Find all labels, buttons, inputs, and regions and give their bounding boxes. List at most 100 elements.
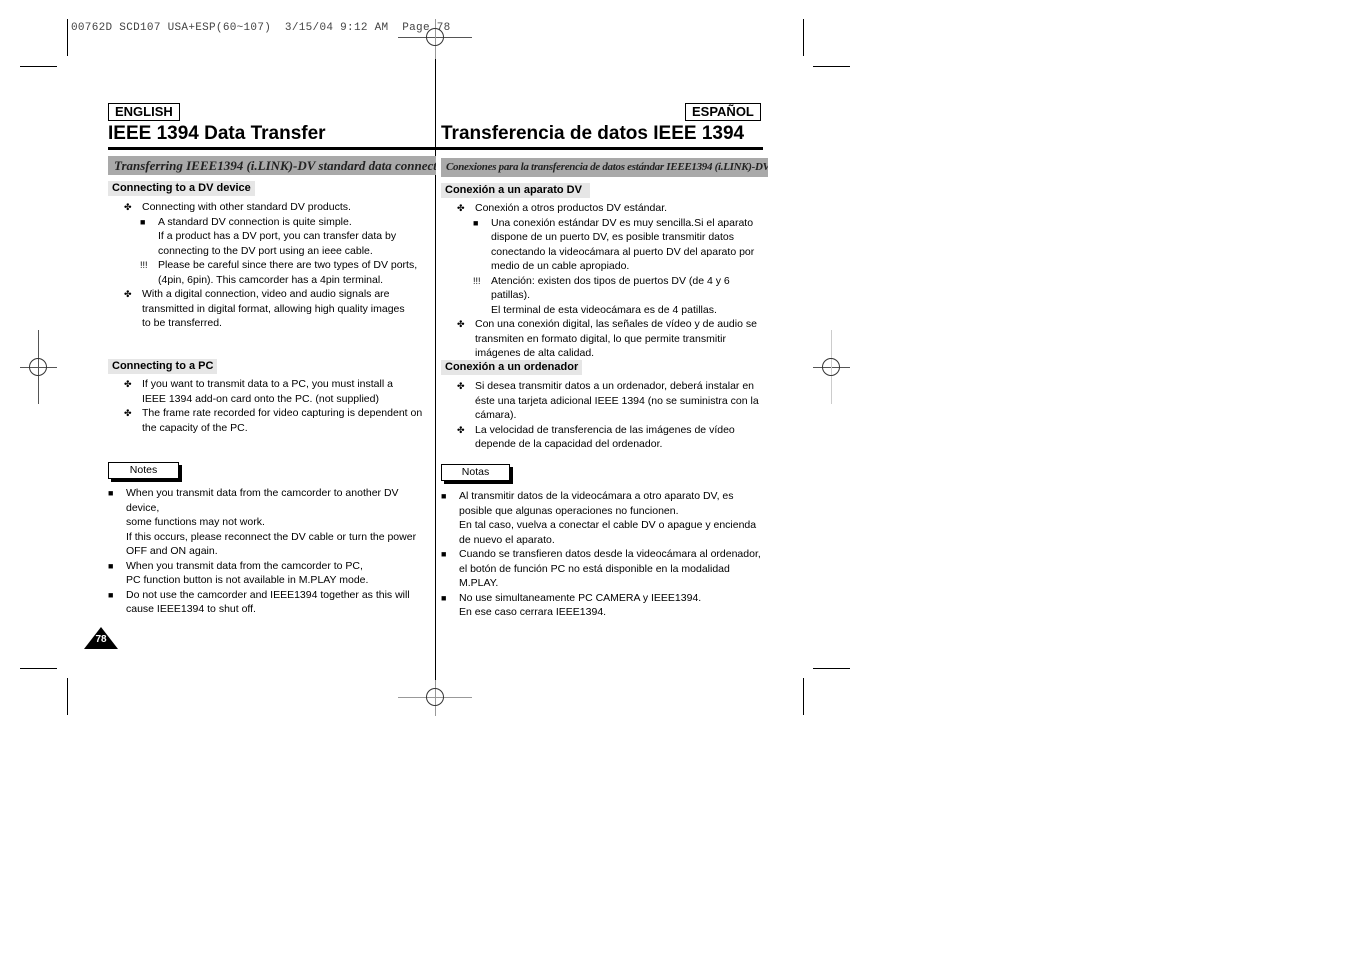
subheading-pc: Connecting to a PC: [108, 359, 218, 374]
text-line: Conexión a otros productos DV estándar.: [475, 202, 668, 214]
title-rule: [108, 147, 435, 150]
list-item: ✤ With a digital connection, video and au…: [124, 287, 434, 331]
text-line: Con una conexión digital, las señales de…: [475, 318, 757, 330]
list-item: ✤ Connecting with other standard DV produ…: [124, 200, 434, 215]
list-aparato-dv: ✤ Conexión a otros productos DV estándar.…: [457, 201, 767, 361]
text-line: medio de un cable apropiado.: [491, 260, 630, 272]
page-title-spanish: Transferencia de datos IEEE 1394: [441, 123, 745, 144]
cross-bullet-icon: ✤: [124, 379, 132, 389]
square-bullet-icon: ■: [108, 560, 114, 571]
list-item: ✤ Conexión a otros productos DV estándar.: [457, 201, 767, 216]
square-bullet-icon: ■: [473, 217, 479, 228]
list-item: ■ A standard DV connection is quite simpl…: [124, 215, 434, 259]
text-line: transmitted in digital format, allowing …: [142, 302, 405, 315]
center-divider: [435, 19, 436, 689]
text-line: dispone de un puerto DV, es posible tran…: [491, 231, 735, 243]
crop-mark: [813, 66, 850, 67]
square-bullet-icon: ■: [108, 589, 114, 600]
text-line: the capacity of the PC.: [142, 421, 248, 434]
cross-bullet-icon: ✤: [457, 381, 465, 391]
square-bullet-icon: ■: [140, 216, 146, 227]
text-line: to be transferred.: [142, 317, 222, 329]
list-ordenador: ✤ Si desea transmitir datos a un ordenado…: [457, 379, 767, 452]
text-line: imágenes de alta calidad.: [475, 347, 595, 359]
caution-bullet-icon: !!!: [140, 260, 148, 270]
list-item: ✤ Con una conexión digital, las señales d…: [457, 317, 767, 361]
text-line: En ese caso cerrara IEEE1394.: [459, 606, 607, 618]
text-line: de nuevo el aparato.: [459, 533, 555, 546]
text-line: Please be careful since there are two ty…: [158, 259, 418, 271]
section-band-spanish: Conexiones para la transferencia de dato…: [441, 158, 768, 177]
crop-mark: [20, 66, 57, 67]
subheading-aparato-dv: Conexión a un aparato DV: [441, 183, 590, 198]
text-line: El terminal de esta videocámara es de 4 …: [491, 303, 717, 316]
text-line: transmiten en formato digital, lo que pe…: [475, 332, 726, 345]
text-line: depende de la capacidad del ordenador.: [475, 438, 663, 450]
list-item: ■ When you transmit data from the camcord…: [108, 559, 433, 588]
crop-mark: [803, 678, 804, 715]
language-label-english: ENGLISH: [108, 103, 180, 121]
section-band-english: Transferring IEEE1394 (i.LINK)-DV standa…: [108, 156, 436, 175]
list-item: ✤ If you want to transmit data to a PC, y…: [124, 377, 434, 406]
text-line: Do not use the camcorder and IEEE1394 to…: [126, 588, 410, 601]
list-item: ■ Al transmitir datos de la videocámara a…: [441, 489, 766, 547]
text-line: If a product has a DV port, you can tran…: [158, 230, 397, 242]
title-rule: [436, 147, 763, 150]
list-item: !!! Please be careful since there are two…: [124, 258, 434, 287]
cross-bullet-icon: ✤: [124, 289, 132, 299]
cross-bullet-icon: ✤: [457, 319, 465, 329]
text-line: cámara).: [475, 409, 517, 421]
text-line: With a digital connection, video and aud…: [142, 288, 390, 300]
list-item: ✤ The frame rate recorded for video captu…: [124, 406, 434, 435]
square-bullet-icon: ■: [108, 488, 114, 498]
text-line: When you transmit data from the camcorde…: [126, 487, 399, 514]
square-bullet-icon: ■: [441, 549, 447, 559]
text-line: If this occurs, please reconnect the DV …: [126, 530, 417, 543]
notes-list: ■ When you transmit data from the camcord…: [108, 486, 433, 617]
list-item: ■ Una conexión estándar DV es muy sencill…: [457, 216, 767, 274]
subheading-ordenador: Conexión a un ordenador: [441, 360, 583, 375]
text-line: connecting to the DV port using an ieee …: [158, 244, 373, 257]
square-bullet-icon: ■: [441, 592, 447, 603]
text-line: Cuando se transfieren datos desde la vid…: [459, 548, 761, 560]
crop-mark: [67, 678, 68, 715]
square-bullet-icon: ■: [441, 491, 447, 501]
text-line: En tal caso, vuelva a conectar el cable …: [459, 519, 757, 531]
cross-bullet-icon: ✤: [457, 424, 465, 435]
list-item: ■ When you transmit data from the camcord…: [108, 486, 433, 559]
cross-bullet-icon: ✤: [124, 202, 132, 212]
notas-list: ■ Al transmitir datos de la videocámara a…: [441, 489, 766, 620]
text-line: cause IEEE1394 to shut off.: [126, 603, 256, 615]
text-line: If you want to transmit data to a PC, yo…: [142, 378, 393, 390]
text-line: conectando la videocámara al puerto DV d…: [491, 245, 755, 258]
crop-mark: [813, 668, 850, 669]
text-line: PC function button is not available in M…: [126, 574, 369, 586]
language-label-spanish: ESPAÑOL: [685, 103, 761, 121]
list-item: ■ No use simultaneamente PC CAMERA y IEEE…: [441, 591, 766, 620]
crop-mark: [803, 19, 804, 56]
text-line: Connecting with other standard DV produc…: [142, 201, 351, 213]
text-line: The frame rate recorded for video captur…: [142, 407, 423, 419]
text-line: some functions may not work.: [126, 516, 265, 528]
text-line: Una conexión estándar DV es muy sencilla…: [491, 216, 754, 229]
text-line: No use simultaneamente PC CAMERA y IEEE1…: [459, 591, 702, 604]
text-line: Atención: existen dos tipos de puertos D…: [491, 274, 730, 302]
cross-bullet-icon: ✤: [124, 408, 132, 418]
list-item: ■ Cuando se transfieren datos desde la vi…: [441, 547, 766, 591]
text-line: La velocidad de transferencia de las imá…: [475, 423, 735, 436]
text-line: IEEE 1394 add-on card onto the PC. (not …: [142, 392, 379, 405]
cross-bullet-icon: ✤: [457, 203, 465, 213]
text-line: A standard DV connection is quite simple…: [158, 215, 352, 228]
notes-label: Notes: [108, 462, 179, 479]
text-line: el botón de función PC no está disponibl…: [459, 562, 730, 575]
subheading-dv-device: Connecting to a DV device: [108, 181, 255, 196]
text-line: Al transmitir datos de la videocámara a …: [459, 490, 734, 502]
text-line: éste una tarjeta adicional IEEE 1394 (no…: [475, 394, 759, 407]
list-item: !!! Atención: existen dos tipos de puerto…: [457, 274, 767, 318]
notas-label: Notas: [441, 464, 510, 481]
crop-mark: [67, 19, 68, 56]
page-title-english: IEEE 1394 Data Transfer: [108, 123, 326, 144]
page-number: 78: [95, 634, 107, 645]
text-line: OFF and ON again.: [126, 545, 218, 557]
caution-bullet-icon: !!!: [473, 275, 481, 286]
